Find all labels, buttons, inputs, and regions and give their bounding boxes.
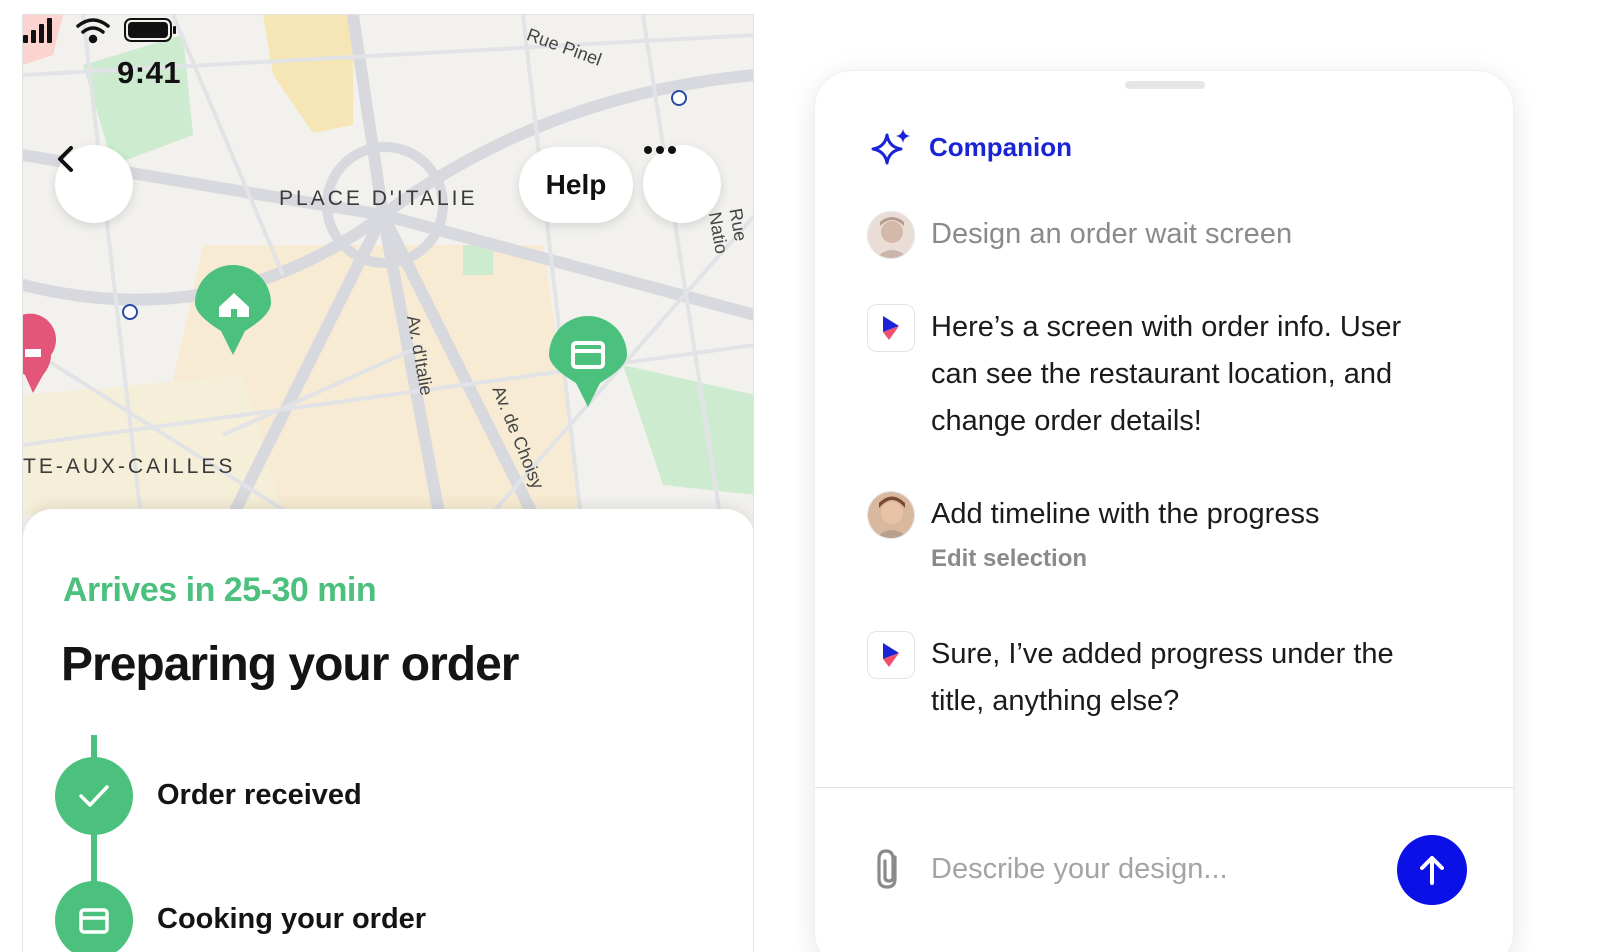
assistant-logo-icon xyxy=(883,643,899,667)
order-sheet: Arrives in 25-30 min Preparing your orde… xyxy=(23,509,753,952)
signal-icon xyxy=(23,18,52,43)
step-completed-dot xyxy=(55,757,133,835)
timeline-step-label: Order received xyxy=(157,779,362,811)
street-label-rue-natio: Rue Natio xyxy=(704,206,751,256)
design-prompt-input[interactable] xyxy=(931,841,1371,897)
wifi-icon xyxy=(76,18,110,44)
status-time: 9:41 xyxy=(117,55,182,90)
chat-message-text: Design an order wait screen xyxy=(931,218,1293,250)
order-status-title: Preparing your order xyxy=(61,638,519,691)
battery-icon xyxy=(124,18,176,42)
send-button[interactable] xyxy=(1397,835,1467,905)
map-view[interactable]: 9:41 Help PLACE D'ITALIE TE-AUX-CAILLES … xyxy=(23,15,753,535)
assistant-avatar xyxy=(867,304,915,352)
more-dots-icon xyxy=(644,146,676,154)
help-button[interactable]: Help xyxy=(519,147,633,223)
timeline-step-label: Cooking your order xyxy=(157,903,427,935)
chat-message-text: Here’s a screen with order info. User ca… xyxy=(931,311,1402,437)
map-district-label-2: TE-AUX-CAILLES xyxy=(23,455,236,478)
companion-title: Companion xyxy=(929,131,1072,162)
step-current-dot xyxy=(55,881,133,952)
drag-handle[interactable] xyxy=(1125,81,1205,89)
back-button[interactable] xyxy=(55,145,133,223)
phone-mockup: 9:41 Help PLACE D'ITALIE TE-AUX-CAILLES … xyxy=(22,14,754,952)
chat-message-text: Sure, I’ve added progress under the titl… xyxy=(931,638,1394,717)
arrow-up-icon xyxy=(1420,856,1444,885)
assistant-logo-icon xyxy=(883,316,899,340)
paperclip-icon[interactable] xyxy=(871,847,911,893)
companion-panel: Companion Design an order wait screen He… xyxy=(814,70,1515,952)
user-avatar xyxy=(867,491,915,539)
sparkle-icon xyxy=(871,129,910,165)
chat-message-text: Add timeline with the progress xyxy=(931,498,1320,530)
composer-divider xyxy=(815,787,1515,788)
chevron-left-icon xyxy=(58,146,73,172)
restaurant-icon xyxy=(79,908,109,934)
assistant-avatar xyxy=(867,631,915,679)
edit-selection-link[interactable]: Edit selection xyxy=(931,545,1087,573)
more-options-button[interactable] xyxy=(643,145,721,223)
user-avatar xyxy=(867,211,915,259)
status-bar-icons xyxy=(23,18,176,44)
map-district-label: PLACE D'ITALIE xyxy=(279,187,478,210)
eta-text: Arrives in 25-30 min xyxy=(63,571,377,609)
check-icon xyxy=(79,785,109,807)
companion-header: Companion xyxy=(871,127,1072,167)
